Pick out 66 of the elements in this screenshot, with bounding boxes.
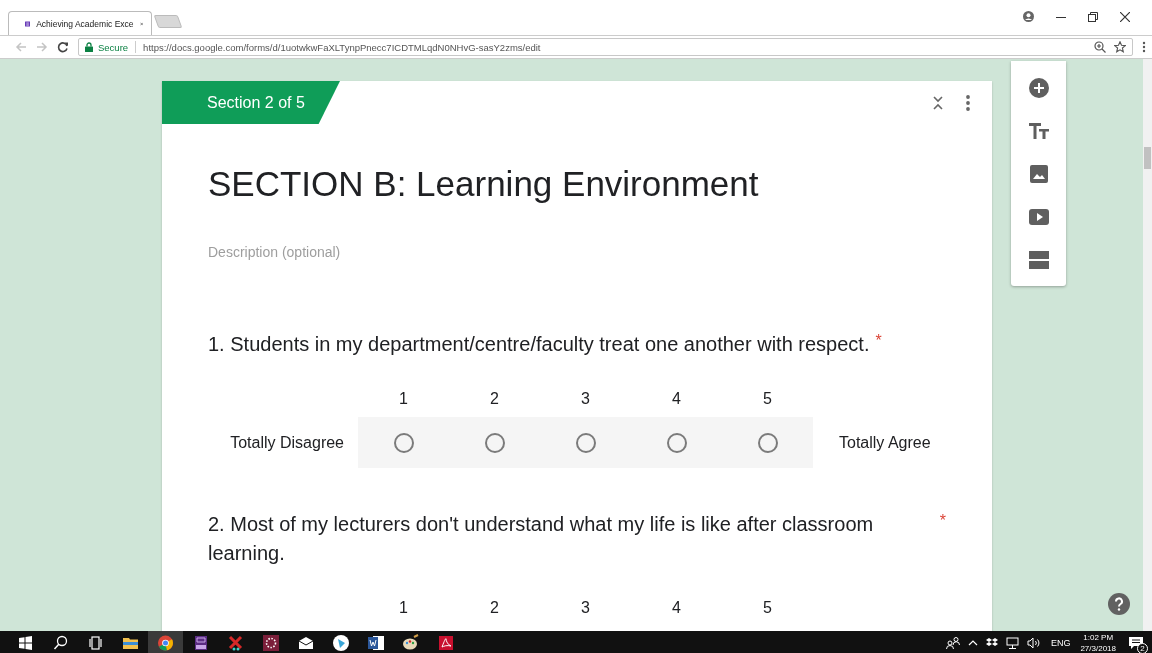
- scale-number: 1: [398, 389, 409, 409]
- question-text: 1. Students in my department/centre/faculty treat one another with respect.: [208, 332, 870, 357]
- language-indicator[interactable]: ENG: [1050, 638, 1071, 648]
- palette-icon: [401, 634, 420, 652]
- spark-icon: [261, 634, 280, 652]
- chevron-up-icon[interactable]: [967, 639, 978, 647]
- close-icon[interactable]: [1120, 12, 1130, 22]
- browser-tab[interactable]: Achieving Academic Exce: [8, 11, 152, 35]
- scale-number: 3: [580, 598, 591, 618]
- play-icon: [331, 634, 350, 652]
- profile-icon[interactable]: [1023, 11, 1034, 22]
- scale-number: 1: [398, 598, 409, 618]
- browser-icon: [156, 634, 175, 652]
- star-icon[interactable]: [1114, 41, 1126, 53]
- collapse-icon[interactable]: [932, 95, 944, 110]
- section-icon[interactable]: [1027, 249, 1050, 271]
- clock-time[interactable]: 1:02 PM: [1083, 632, 1114, 643]
- search-icon: [51, 634, 70, 652]
- required-mark: *: [939, 511, 946, 531]
- address-bar[interactable]: Secure https://docs.google.com/forms/d/1uotwkwFaXLTynpPnecc7ICDTMLqdN0NHvG-sasY2zms/edit: [78, 38, 1133, 56]
- reload-icon[interactable]: [57, 41, 69, 53]
- scale-label: Totally Disagree: [229, 433, 345, 453]
- section-title: SECTION B: Learning Environment: [208, 163, 760, 205]
- scale-number: 5: [762, 598, 773, 618]
- clock-date[interactable]: 27/3/2018: [1080, 643, 1116, 653]
- menu-icon[interactable]: [1142, 41, 1146, 53]
- network-icon[interactable]: [1005, 637, 1019, 649]
- radio-button[interactable]: [484, 432, 505, 453]
- volume-icon[interactable]: [1026, 637, 1041, 649]
- description-field[interactable]: Description (optional): [208, 244, 508, 260]
- add-icon[interactable]: [1027, 77, 1050, 99]
- scale-number: 2: [489, 389, 500, 409]
- tool-icon: [226, 634, 245, 652]
- windows-icon: [16, 634, 35, 652]
- scale-label: Totally Agree: [838, 433, 932, 453]
- more-icon[interactable]: [966, 94, 970, 111]
- taskbar-button[interactable]: [148, 631, 183, 653]
- scale-number: 2: [489, 598, 500, 618]
- pdf-icon: [436, 634, 455, 652]
- scrollbar[interactable]: [1143, 59, 1152, 631]
- scale-number: 5: [762, 389, 773, 409]
- url-text: https://docs.google.com/forms/d/1uotwkwFaXLTynpPnecc7ICDTMLqdN0NHvG-sasY2zms/edit: [143, 41, 541, 53]
- scroll-thumb[interactable]: [1144, 147, 1151, 169]
- notification-count: 2: [1137, 643, 1148, 653]
- help-icon[interactable]: [1108, 593, 1130, 615]
- scale-number: 4: [671, 598, 682, 618]
- radio-button[interactable]: [757, 432, 778, 453]
- text-size-icon[interactable]: [1027, 120, 1050, 142]
- question-text: 2. Most of my lecturers don't understand what my life is like after classroom learning.: [208, 512, 875, 566]
- people-icon[interactable]: [945, 636, 960, 650]
- radio-button[interactable]: [575, 432, 596, 453]
- image-icon[interactable]: [1027, 163, 1050, 185]
- required-mark: *: [875, 331, 882, 351]
- box-icon[interactable]: [985, 638, 998, 648]
- radio-button[interactable]: [393, 432, 414, 453]
- scale-number: 3: [580, 389, 591, 409]
- secure-label: Secure: [98, 41, 129, 53]
- zoom-icon[interactable]: [1094, 41, 1106, 53]
- lock-icon: [85, 42, 93, 52]
- radio-button[interactable]: [666, 432, 687, 453]
- document-icon: [366, 634, 385, 652]
- section-badge: Section 2 of 5: [162, 81, 340, 124]
- task-view-icon: [86, 634, 105, 652]
- scale-number: 4: [671, 389, 682, 409]
- restore-icon[interactable]: [1088, 12, 1098, 22]
- play-icon[interactable]: [1027, 206, 1050, 228]
